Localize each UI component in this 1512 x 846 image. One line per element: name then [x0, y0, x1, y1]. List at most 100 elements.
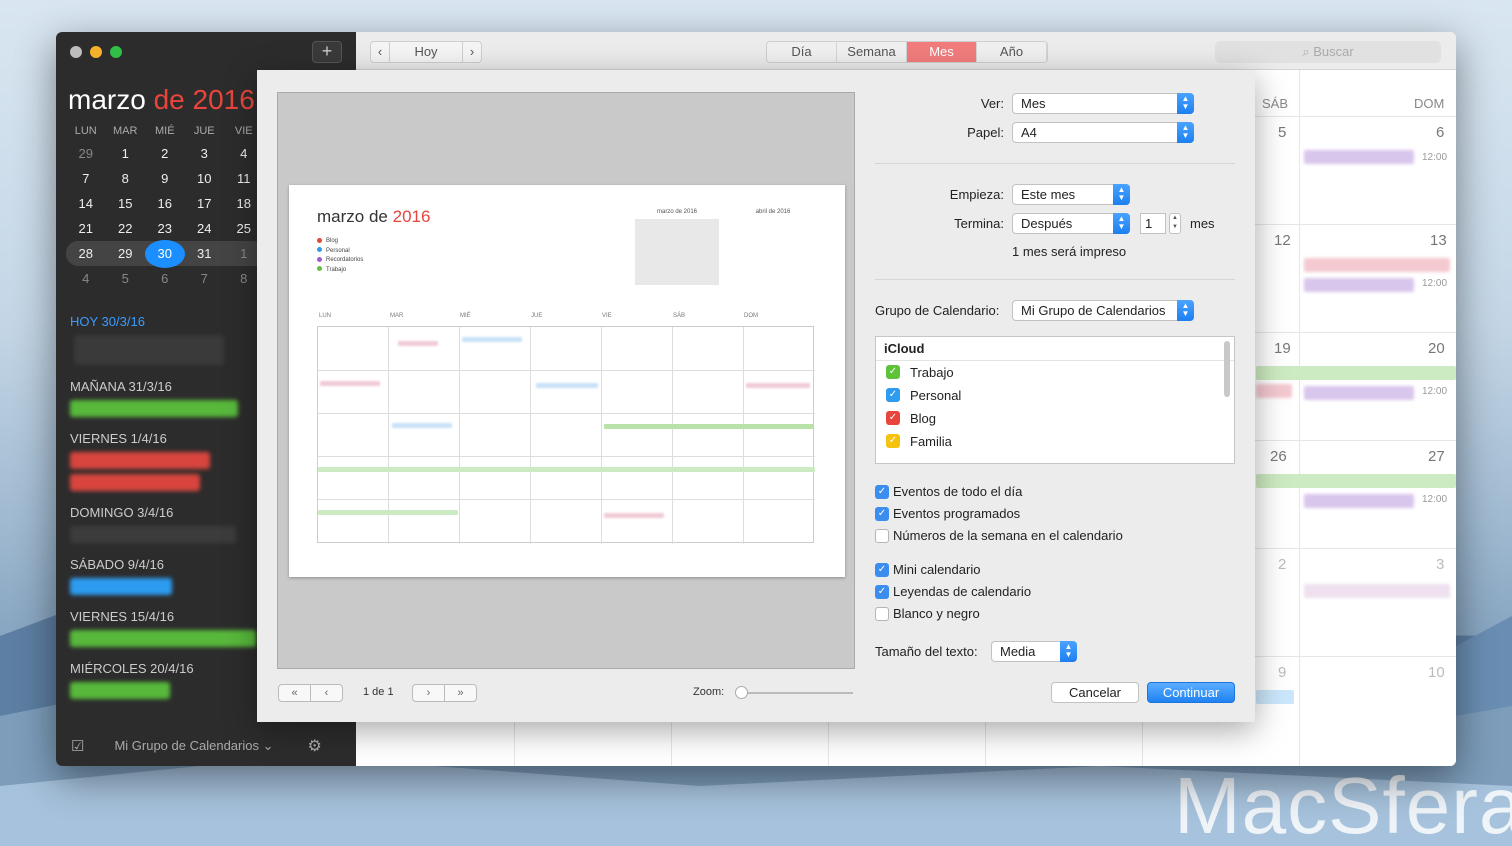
checkbox-unchecked-icon[interactable]	[875, 529, 889, 543]
checkbox-checked-icon[interactable]: ✓	[886, 365, 900, 379]
mini-day[interactable]: 8	[106, 171, 146, 186]
tab-month[interactable]: Mes	[907, 42, 977, 62]
calendar-event[interactable]	[1304, 386, 1414, 400]
mini-day[interactable]: 3	[185, 146, 225, 161]
list-scrollbar[interactable]	[1224, 341, 1230, 397]
calendar-event[interactable]	[1304, 494, 1414, 508]
checkbox-checked-icon[interactable]: ✓	[886, 388, 900, 402]
mini-day[interactable]: 9	[145, 171, 185, 186]
cancel-button[interactable]: Cancelar	[1051, 682, 1139, 703]
day-number[interactable]: 5	[1278, 124, 1286, 141]
option-all-day[interactable]: ✓ Eventos de todo el día	[875, 484, 1022, 500]
day-number[interactable]: 6	[1436, 124, 1444, 141]
previous-page-button[interactable]: ‹	[310, 684, 343, 702]
calendar-event[interactable]	[1256, 384, 1292, 398]
mini-day[interactable]: 7	[66, 171, 106, 186]
termina-select[interactable]: Después ▲ ▼	[1012, 213, 1130, 234]
zoom-slider[interactable]	[741, 692, 853, 694]
option-legends[interactable]: ✓ Leyendas de calendario	[875, 584, 1031, 600]
calendar-list-item[interactable]: ✓ Familia	[876, 430, 1234, 453]
text-size-select[interactable]: Media ▲ ▼	[991, 641, 1077, 662]
checkbox-checked-icon[interactable]: ✓	[886, 411, 900, 425]
calendar-event[interactable]	[1256, 690, 1294, 704]
calendar-list-item[interactable]: ✓ Blog	[876, 407, 1234, 430]
calendar-event[interactable]	[1256, 366, 1456, 380]
gear-icon[interactable]: ⚙	[308, 736, 322, 756]
mini-day[interactable]: 23	[145, 221, 185, 236]
mini-day-today[interactable]: 30	[145, 239, 185, 268]
mini-day[interactable]: 1	[106, 146, 146, 161]
day-number[interactable]: 13	[1430, 232, 1447, 249]
agenda-event[interactable]	[70, 578, 172, 595]
agenda-event[interactable]	[70, 682, 170, 699]
day-number[interactable]: 10	[1428, 664, 1445, 681]
mini-day[interactable]: 2	[145, 146, 185, 161]
zoom-button[interactable]	[110, 46, 122, 58]
mini-day[interactable]: 22	[106, 221, 146, 236]
month-count-stepper[interactable]: ▲ ▼	[1169, 213, 1181, 234]
agenda-event[interactable]	[70, 400, 238, 417]
zoom-slider-knob[interactable]	[735, 686, 748, 699]
day-number[interactable]: 27	[1428, 448, 1445, 465]
tab-year[interactable]: Año	[977, 42, 1047, 62]
day-number[interactable]: 2	[1278, 556, 1286, 573]
calendar-list-item[interactable]: ✓ Personal	[876, 384, 1234, 407]
ver-select[interactable]: Mes ▲ ▼	[1012, 93, 1194, 114]
mini-day[interactable]: 5	[106, 271, 146, 286]
mini-day[interactable]: 16	[145, 196, 185, 211]
search-field[interactable]: ⌕ Buscar	[1215, 41, 1441, 63]
tab-week[interactable]: Semana	[837, 42, 907, 62]
checkbox-checked-icon[interactable]: ✓	[886, 434, 900, 448]
day-number[interactable]: 9	[1278, 664, 1286, 681]
agenda-event[interactable]	[70, 452, 210, 469]
day-number[interactable]: 12	[1274, 232, 1291, 249]
day-number[interactable]: 3	[1436, 556, 1444, 573]
grupo-select[interactable]: Mi Grupo de Calendarios ▲ ▼	[1012, 300, 1194, 321]
last-page-button[interactable]: »	[444, 684, 477, 702]
option-scheduled[interactable]: ✓ Eventos programados	[875, 506, 1020, 522]
checkbox-checked-icon[interactable]: ✓	[875, 507, 889, 521]
agenda-event[interactable]	[70, 526, 236, 543]
papel-select[interactable]: A4 ▲ ▼	[1012, 122, 1194, 143]
mini-day[interactable]: 15	[106, 196, 146, 211]
next-button[interactable]: ›	[462, 41, 482, 63]
mini-day[interactable]: 29	[106, 246, 146, 261]
checkbox-checked-icon[interactable]: ✓	[875, 563, 889, 577]
mini-day[interactable]: 6	[145, 271, 185, 286]
mini-day[interactable]: 14	[66, 196, 106, 211]
calendar-event[interactable]	[1256, 474, 1456, 488]
day-number[interactable]: 19	[1274, 340, 1291, 357]
minimize-button[interactable]	[90, 46, 102, 58]
mini-day[interactable]: 28	[66, 246, 106, 261]
mini-day[interactable]: 7	[185, 271, 225, 286]
agenda-event[interactable]	[70, 474, 200, 491]
mini-day[interactable]: 24	[185, 221, 225, 236]
calendar-event[interactable]	[1304, 258, 1450, 272]
previous-button[interactable]: ‹	[370, 41, 390, 63]
mini-day[interactable]: 17	[185, 196, 225, 211]
first-page-button[interactable]: «	[278, 684, 311, 702]
option-week-numbers[interactable]: Números de la semana en el calendario	[875, 528, 1123, 544]
mini-day[interactable]: 21	[66, 221, 106, 236]
tab-day[interactable]: Día	[767, 42, 837, 62]
agenda-event[interactable]	[74, 335, 224, 365]
calendar-group-selector[interactable]: Mi Grupo de Calendarios ⌄	[114, 738, 273, 754]
continue-button[interactable]: Continuar	[1147, 682, 1235, 703]
checkbox-unchecked-icon[interactable]	[875, 607, 889, 621]
mini-day[interactable]: 10	[185, 171, 225, 186]
day-number[interactable]: 26	[1270, 448, 1287, 465]
checklist-icon[interactable]: ☑	[71, 737, 84, 755]
close-button[interactable]	[70, 46, 82, 58]
option-mini-calendar[interactable]: ✓ Mini calendario	[875, 562, 980, 578]
next-page-button[interactable]: ›	[412, 684, 445, 702]
calendar-list-item[interactable]: ✓ Trabajo	[876, 361, 1234, 384]
empieza-select[interactable]: Este mes ▲ ▼	[1012, 184, 1130, 205]
agenda-event[interactable]	[70, 630, 256, 647]
mini-day[interactable]: 4	[66, 271, 106, 286]
month-count-field[interactable]: 1	[1140, 213, 1166, 234]
add-event-button[interactable]: +	[312, 41, 342, 63]
today-button[interactable]: Hoy	[389, 41, 463, 63]
mini-day[interactable]: 29	[66, 146, 106, 161]
calendar-event[interactable]	[1304, 150, 1414, 164]
calendar-event[interactable]	[1304, 584, 1450, 598]
